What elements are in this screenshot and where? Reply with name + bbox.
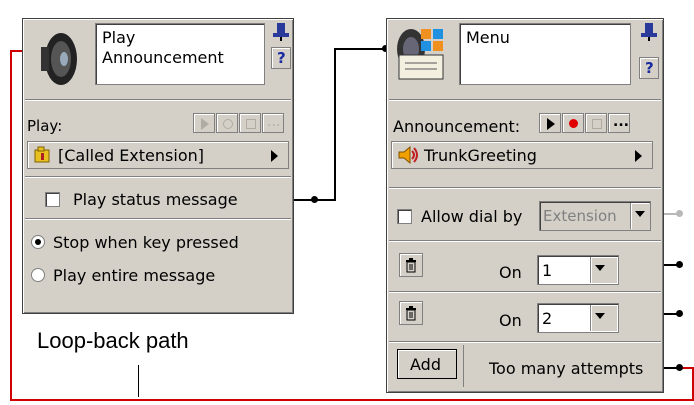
folder-phone-icon — [34, 146, 50, 163]
help-icon: ? — [277, 49, 286, 67]
menu-node[interactable]: Menu ? Announcement: ... TrunkGreeting A… — [386, 18, 664, 393]
chevron-down-icon — [590, 257, 617, 283]
loopback-annotation: Loop-back path — [37, 328, 189, 353]
option1-select[interactable]: 1 — [537, 255, 619, 285]
stop-icon — [592, 119, 602, 129]
play-status-label: Play status message — [73, 190, 238, 209]
chevron-right-icon — [271, 150, 278, 162]
vertical-divider — [463, 345, 464, 387]
too-many-out-dot — [676, 364, 683, 371]
add-option-button[interactable]: Add — [397, 349, 457, 379]
trash-icon — [406, 258, 416, 273]
record-media-button[interactable] — [216, 113, 238, 133]
allow-dial-label: Allow dial by — [421, 207, 523, 226]
connector-to-menu — [334, 48, 386, 50]
play-label: Play: — [27, 117, 63, 135]
too-many-attempts-label: Too many attempts — [489, 359, 644, 378]
on-label: On — [499, 263, 522, 282]
source-selector[interactable]: [Called Extension] — [27, 141, 289, 169]
chevron-down-icon — [630, 203, 649, 229]
help-button[interactable]: ? — [271, 47, 291, 69]
browse-button[interactable]: ... — [262, 113, 284, 133]
record-icon — [569, 119, 578, 128]
help-icon: ? — [645, 59, 654, 77]
pin-icon[interactable] — [271, 21, 291, 41]
help-button[interactable]: ? — [639, 57, 659, 79]
play-icon — [201, 118, 209, 130]
chevron-down-icon — [590, 305, 617, 331]
stop-media-button[interactable] — [585, 113, 607, 133]
record-media-button[interactable] — [562, 113, 584, 133]
menu-node-icon — [397, 29, 444, 80]
greeting-value: TrunkGreeting — [424, 146, 537, 165]
play-media-button[interactable] — [193, 113, 215, 133]
allow-dial-select[interactable]: Extension — [539, 201, 651, 231]
stop-when-key-radio[interactable] — [31, 235, 45, 249]
separator — [389, 187, 661, 189]
record-icon — [223, 119, 233, 129]
option1-out-dot — [676, 261, 683, 268]
pin-icon[interactable] — [639, 21, 659, 41]
greeting-selector[interactable]: TrunkGreeting — [391, 141, 653, 169]
play-media-button[interactable] — [539, 113, 561, 133]
option2-out-dot — [676, 310, 683, 317]
menu-node-title[interactable]: Menu — [459, 23, 631, 85]
announcement-label: Announcement: — [393, 117, 521, 136]
browse-button[interactable]: ... — [608, 113, 630, 133]
sound-icon — [398, 146, 418, 164]
loopback-path-bottom — [10, 399, 694, 401]
trash-icon — [406, 306, 416, 321]
stop-media-button[interactable] — [239, 113, 261, 133]
option2-select[interactable]: 2 — [537, 303, 619, 333]
loopback-path-left — [10, 50, 12, 400]
annotation-pointer — [138, 365, 139, 397]
allow-dial-out-dot — [676, 210, 683, 217]
play-announcement-node[interactable]: Play Announcement ? Play: ... [Called Ex… — [22, 18, 294, 314]
play-entire-radio[interactable] — [31, 268, 45, 282]
play-entire-label: Play entire message — [53, 266, 216, 285]
on-label: On — [499, 311, 522, 330]
stop-icon — [246, 119, 256, 129]
separator — [25, 218, 291, 220]
speaker-icon — [41, 33, 77, 85]
play-status-checkbox[interactable] — [45, 192, 60, 207]
allow-dial-checkbox[interactable] — [397, 209, 412, 224]
play-icon — [547, 118, 555, 130]
separator — [25, 99, 291, 101]
play-node-title[interactable]: Play Announcement — [95, 23, 265, 85]
delete-option-button[interactable] — [399, 253, 423, 277]
separator — [389, 341, 661, 343]
stop-when-key-label: Stop when key pressed — [53, 233, 239, 252]
separator — [25, 176, 291, 178]
source-value: [Called Extension] — [58, 146, 204, 165]
connector-horizontal — [314, 199, 336, 201]
connector-vertical — [334, 48, 336, 201]
separator — [389, 99, 661, 101]
delete-option-button[interactable] — [399, 301, 423, 325]
separator — [389, 291, 661, 293]
chevron-right-icon — [635, 150, 642, 162]
separator — [389, 240, 661, 242]
